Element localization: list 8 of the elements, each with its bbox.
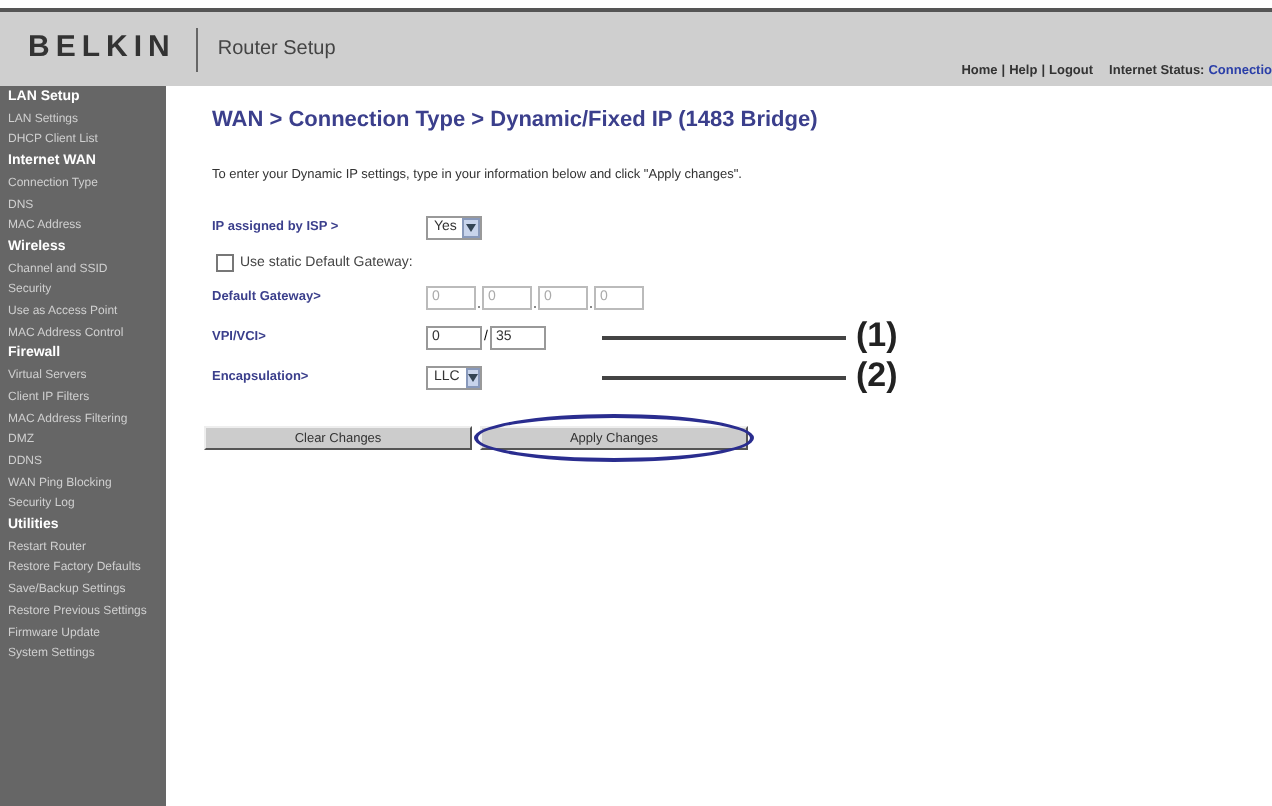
header-title: Router Setup <box>217 36 336 64</box>
dropdown-arrow-icon <box>462 218 480 239</box>
logo: BELKIN <box>28 28 176 69</box>
page-title: WAN > Connection Type > Dynamic/Fixed IP (1483 Bridge) <box>212 106 820 136</box>
callout-number: (1) <box>856 316 898 357</box>
dropdown-arrow-icon <box>465 368 480 389</box>
callout-number: (2) <box>856 356 898 397</box>
checkbox[interactable] <box>216 254 234 273</box>
